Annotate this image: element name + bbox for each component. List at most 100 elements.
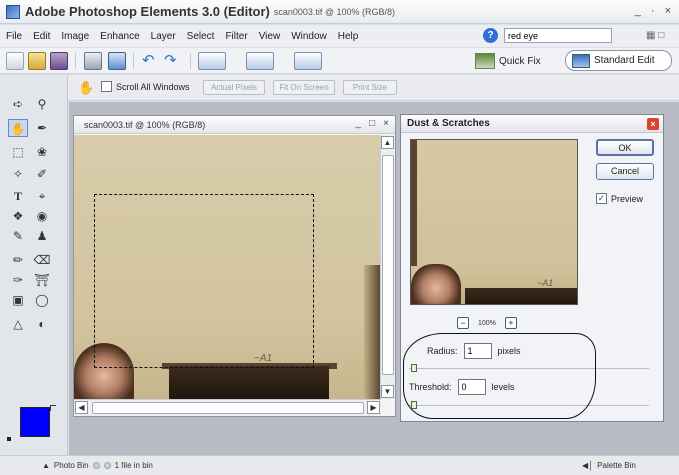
photo-browser-icon[interactable] — [246, 52, 274, 70]
create-icon[interactable] — [294, 52, 322, 70]
blur-tool-icon[interactable]: △ — [8, 315, 28, 333]
print-icon[interactable] — [84, 52, 102, 70]
zoom-in-icon[interactable]: + — [504, 317, 517, 329]
doc-close-button[interactable]: × — [383, 118, 389, 129]
red-eye-tool-icon[interactable]: ◉ — [32, 207, 52, 225]
palette-bin-toggle[interactable]: ◀│ Palette Bin — [582, 461, 636, 470]
options-bar: ✋ Scroll All Windows Actual Pixels Fit O… — [0, 75, 679, 101]
online-services-icon[interactable] — [108, 52, 126, 70]
scroll-all-windows-checkbox[interactable]: Scroll All Windows — [101, 81, 190, 92]
eraser-tool-icon[interactable]: ⌫ — [32, 251, 52, 269]
radius-slider-knob[interactable] — [411, 364, 417, 372]
dialog-title-bar[interactable]: Dust & Scratches × — [401, 115, 663, 133]
status-bar: ▲ Photo Bin 1 file in bin ◀│ Palette Bin — [0, 455, 679, 475]
new-file-icon[interactable] — [6, 52, 24, 70]
radius-label: Radius: — [427, 346, 458, 356]
scroll-left-icon[interactable]: ◀ — [75, 401, 88, 414]
horizontal-scroll-thumb[interactable] — [92, 402, 364, 414]
radius-input[interactable] — [463, 343, 492, 359]
cancel-button[interactable]: Cancel — [596, 163, 654, 180]
previous-image-icon[interactable] — [92, 462, 100, 469]
default-colors-icon[interactable] — [7, 437, 11, 441]
clone-stamp-tool-icon[interactable]: ♟ — [32, 227, 52, 245]
scroll-right-icon[interactable]: ▶ — [367, 401, 380, 414]
menu-enhance[interactable]: Enhance — [100, 31, 139, 42]
threshold-slider-track[interactable] — [409, 405, 649, 406]
scroll-up-icon[interactable]: ▲ — [381, 136, 394, 149]
doc-minimize-button[interactable]: _ — [356, 118, 362, 129]
radius-slider-track[interactable] — [409, 368, 649, 369]
vertical-scrollbar[interactable]: ▲ ▼ — [380, 135, 395, 399]
zoom-tool-icon[interactable]: ⚲ — [32, 95, 52, 113]
threshold-slider-knob[interactable] — [411, 401, 417, 409]
organizer-icon[interactable] — [198, 52, 226, 70]
document-window: scan0003.tif @ 100% (RGB/8) _ □ × ~A1 ▲ … — [73, 115, 396, 417]
close-button[interactable]: × — [665, 5, 671, 17]
preview-checkbox[interactable]: ✓ Preview — [596, 193, 643, 204]
standard-edit-button[interactable]: Standard Edit — [565, 50, 672, 71]
menu-file[interactable]: File — [6, 31, 22, 42]
shape-tool-icon[interactable]: ◯ — [32, 291, 52, 309]
type-tool-icon[interactable]: T — [8, 187, 28, 205]
menu-image[interactable]: Image — [61, 31, 89, 42]
foreground-color-swatch[interactable] — [20, 407, 50, 437]
ok-button[interactable]: OK — [596, 139, 654, 156]
checkbox-box[interactable]: ✓ — [596, 193, 607, 204]
swap-colors-icon[interactable] — [50, 405, 56, 411]
dialog-close-icon[interactable]: × — [647, 118, 659, 130]
print-size-button[interactable]: Print Size — [343, 80, 397, 95]
document-title-bar[interactable]: scan0003.tif @ 100% (RGB/8) _ □ × — [74, 116, 395, 134]
healing-brush-tool-icon[interactable]: ✎ — [8, 227, 28, 245]
threshold-input[interactable] — [457, 379, 486, 395]
preview-label: Preview — [611, 193, 644, 204]
menu-window[interactable]: Window — [291, 31, 327, 42]
next-image-icon[interactable] — [103, 462, 111, 469]
menu-edit[interactable]: Edit — [33, 31, 50, 42]
sponge-tool-icon[interactable]: ◐ — [32, 315, 52, 333]
move-tool-icon[interactable]: ➪ — [8, 95, 28, 113]
menu-help[interactable]: Help — [338, 31, 359, 42]
filter-preview[interactable]: ~A1 — [410, 139, 578, 305]
restore-button[interactable]: · — [651, 5, 655, 17]
hand-tool-icon[interactable]: ✋ — [8, 119, 28, 137]
save-icon[interactable] — [50, 52, 68, 70]
undo-icon[interactable]: ↶ — [142, 52, 160, 70]
gradient-tool-icon[interactable]: ▣ — [8, 291, 28, 309]
photo-bin-toggle[interactable]: ▲ Photo Bin 1 file in bin — [42, 461, 153, 470]
standard-edit-label: Standard Edit — [594, 55, 655, 66]
brush-tool-icon[interactable]: ✑ — [8, 271, 28, 289]
scroll-all-windows-label: Scroll All Windows — [116, 81, 190, 92]
checkbox-box[interactable] — [101, 81, 112, 92]
redo-icon[interactable]: ↷ — [164, 52, 182, 70]
menu-select[interactable]: Select — [187, 31, 215, 42]
actual-pixels-button[interactable]: Actual Pixels — [203, 80, 265, 95]
help-icon[interactable]: ? — [483, 28, 498, 43]
menu-filter[interactable]: Filter — [225, 31, 247, 42]
fit-on-screen-button[interactable]: Fit On Screen — [273, 80, 335, 95]
minimize-button[interactable]: _ — [635, 5, 641, 17]
menu-layer[interactable]: Layer — [151, 31, 176, 42]
pencil-tool-icon[interactable]: ✏ — [8, 251, 28, 269]
vertical-scroll-thumb[interactable] — [382, 155, 394, 375]
quick-fix-button[interactable]: Quick Fix — [475, 51, 541, 71]
toolbar-separator — [133, 53, 134, 69]
marquee-tool-icon[interactable]: ⬚ — [8, 143, 28, 161]
image-canvas[interactable]: ~A1 — [74, 135, 381, 399]
palette-menu-icon[interactable]: ▦ □ — [646, 30, 664, 41]
lasso-tool-icon[interactable]: ❀ — [32, 143, 52, 161]
eyedropper-tool-icon[interactable]: ✒ — [32, 119, 52, 137]
help-search-input[interactable] — [504, 28, 612, 43]
paint-bucket-tool-icon[interactable]: ⛩ — [32, 271, 52, 289]
zoom-out-icon[interactable]: − — [457, 317, 469, 329]
crop-tool-icon[interactable]: ⌖ — [32, 187, 52, 205]
open-folder-icon[interactable] — [28, 52, 46, 70]
selection-brush-tool-icon[interactable]: ✐ — [32, 165, 52, 183]
cookie-cutter-tool-icon[interactable]: ❖ — [8, 207, 28, 225]
menu-view[interactable]: View — [259, 31, 281, 42]
selection-marquee — [94, 194, 314, 368]
horizontal-scrollbar[interactable]: ◀ ▶ — [74, 399, 381, 416]
standard-edit-icon — [572, 53, 590, 68]
doc-maximize-button[interactable]: □ — [369, 118, 375, 129]
magic-wand-tool-icon[interactable]: ✧ — [8, 165, 28, 183]
scroll-down-icon[interactable]: ▼ — [381, 385, 394, 398]
